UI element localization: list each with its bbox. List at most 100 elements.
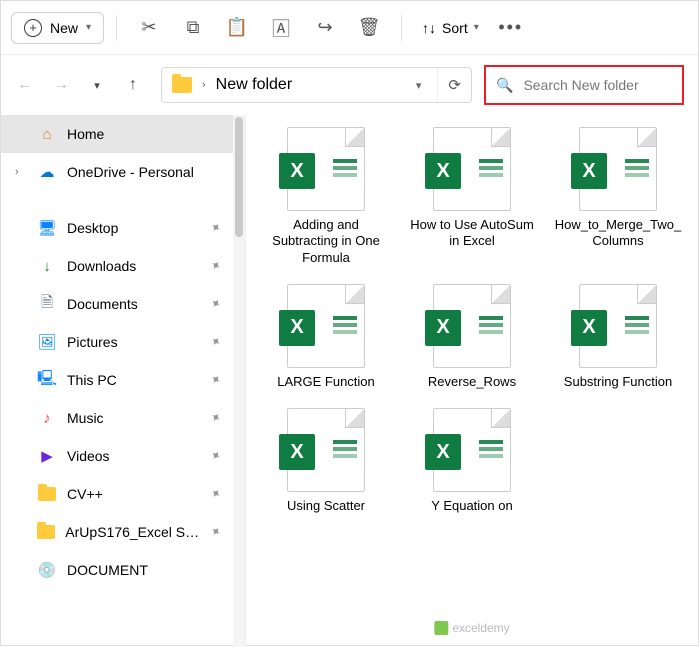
search-input[interactable]: 🔍 Search New folder [484,65,684,105]
copy-icon[interactable]: ⧉ [173,8,213,48]
file-item[interactable]: X Y Equation on [402,408,542,514]
watermark-text: exceldemy [452,621,509,635]
sidebar-item-pictures[interactable]: 🖼 Pictures ✦ [1,323,245,361]
new-button-label: New [50,20,78,36]
sidebar-item-videos[interactable]: ▶ Videos ✦ [1,437,245,475]
desktop-icon: 🖥 [37,219,57,237]
file-item[interactable]: X Using Scatter [256,408,396,514]
sidebar-item-label: This PC [67,372,117,388]
path-segment[interactable]: New folder [216,76,292,94]
sort-arrows-icon: ↑↓ [422,20,436,36]
plus-circle-icon: + [24,19,42,37]
disc-icon: 💿 [37,561,57,579]
cloud-icon: ☁ [37,163,57,181]
sidebar-item-label: CV++ [67,486,103,502]
file-item[interactable]: X Substring Function [548,284,688,390]
chevron-down-icon[interactable]: ▾ [416,79,428,92]
toolbar-separator [401,15,402,41]
sidebar-item-documents[interactable]: 🗎 Documents ✦ [1,285,245,323]
sidebar-item-label: OneDrive - Personal [67,164,194,180]
excel-file-icon: X [433,284,511,368]
excel-file-icon: X [287,408,365,492]
nav-row: ← → ▾ ↑ › New folder ▾ ⟳ 🔍 Search New fo… [1,55,698,115]
file-name: Substring Function [564,374,672,390]
folder-icon [37,487,57,501]
sidebar-item-label: Desktop [67,220,118,236]
sidebar-item-onedrive[interactable]: › ☁ OneDrive - Personal [1,153,245,191]
excel-file-icon: X [287,127,365,211]
sidebar-item-cvpp[interactable]: CV++ ✦ [1,475,245,513]
scrollbar-thumb[interactable] [235,117,243,237]
new-button[interactable]: + New ▾ [11,12,104,44]
pictures-icon: 🖼 [37,333,57,351]
file-pane: X Adding and Subtracting in One Formula … [246,115,698,647]
refresh-button[interactable]: ⟳ [437,68,461,102]
sidebar-item-arups[interactable]: ArUpS176_Excel Subs ✦ [1,513,245,551]
rename-icon[interactable]: 🄰 [261,8,301,48]
sidebar-item-label: Downloads [67,258,136,274]
chevron-down-icon: ▾ [474,22,479,33]
sidebar-item-desktop[interactable]: 🖥 Desktop ✦ [1,209,245,247]
toolbar-separator [116,15,117,41]
sidebar-item-label: ArUpS176_Excel Subs [65,524,200,540]
sort-label: Sort [442,20,468,36]
forward-button[interactable]: → [47,71,75,99]
watermark-icon [434,621,448,635]
video-icon: ▶ [37,447,57,465]
delete-icon[interactable]: 🗑 [349,8,389,48]
up-button[interactable]: ↑ [119,71,147,99]
body: ⌂ Home › ☁ OneDrive - Personal 🖥 Desktop… [1,115,698,647]
chevron-right-icon[interactable]: › [15,166,27,178]
file-item[interactable]: X Reverse_Rows [402,284,542,390]
file-item[interactable]: X LARGE Function [256,284,396,390]
back-button[interactable]: ← [11,71,39,99]
excel-file-icon: X [579,284,657,368]
watermark: exceldemy [434,621,509,635]
excel-file-icon: X [433,127,511,211]
sidebar-item-downloads[interactable]: ↓ Downloads ✦ [1,247,245,285]
cut-icon[interactable]: ✂ [129,8,169,48]
sidebar-item-label: Videos [67,448,110,464]
sidebar-item-label: Documents [67,296,138,312]
pin-icon: ✦ [206,484,224,503]
file-item[interactable]: X How_to_Merge_Two_Columns [548,127,688,266]
toolbar: + New ▾ ✂ ⧉ 📋 🄰 ↪ 🗑 ↑↓ Sort ▾ ••• [1,1,698,55]
sidebar: ⌂ Home › ☁ OneDrive - Personal 🖥 Desktop… [1,115,246,647]
excel-file-icon: X [579,127,657,211]
home-icon: ⌂ [37,126,57,143]
sidebar-separator [1,191,245,209]
sidebar-item-label: Pictures [67,334,118,350]
pin-icon: ✦ [206,408,224,427]
more-icon[interactable]: ••• [491,8,531,48]
share-icon[interactable]: ↪ [305,8,345,48]
sidebar-item-label: Music [67,410,104,426]
paste-icon[interactable]: 📋 [217,8,257,48]
sidebar-item-document[interactable]: 💿 DOCUMENT [1,551,245,589]
folder-icon [172,77,192,93]
sidebar-scrollbar[interactable] [233,115,245,647]
sidebar-item-home[interactable]: ⌂ Home [1,115,245,153]
file-name: Using Scatter [287,498,365,514]
file-name: Reverse_Rows [428,374,516,390]
address-bar[interactable]: › New folder ▾ ⟳ [161,67,472,103]
sort-button[interactable]: ↑↓ Sort ▾ [414,14,487,42]
sidebar-item-label: Home [67,126,104,142]
recent-dropdown[interactable]: ▾ [83,71,111,99]
file-name: Adding and Subtracting in One Formula [261,217,391,266]
file-name: Y Equation on [431,498,512,514]
file-grid: X Adding and Subtracting in One Formula … [256,127,688,514]
file-item[interactable]: X Adding and Subtracting in One Formula [256,127,396,266]
chevron-right-icon: › [202,79,206,91]
file-name: LARGE Function [277,374,375,390]
chevron-down-icon: ▾ [86,22,91,33]
file-item[interactable]: X How to Use AutoSum in Excel [402,127,542,266]
pc-icon: 🖳 [37,368,57,393]
sidebar-item-music[interactable]: ♪ Music ✦ [1,399,245,437]
excel-file-icon: X [433,408,511,492]
music-icon: ♪ [37,410,57,427]
pin-icon: ✦ [206,294,224,313]
sidebar-item-label: DOCUMENT [67,562,148,578]
file-name: How to Use AutoSum in Excel [407,217,537,250]
pin-icon: ✦ [206,256,224,275]
sidebar-item-thispc[interactable]: 🖳 This PC ✦ [1,361,245,399]
